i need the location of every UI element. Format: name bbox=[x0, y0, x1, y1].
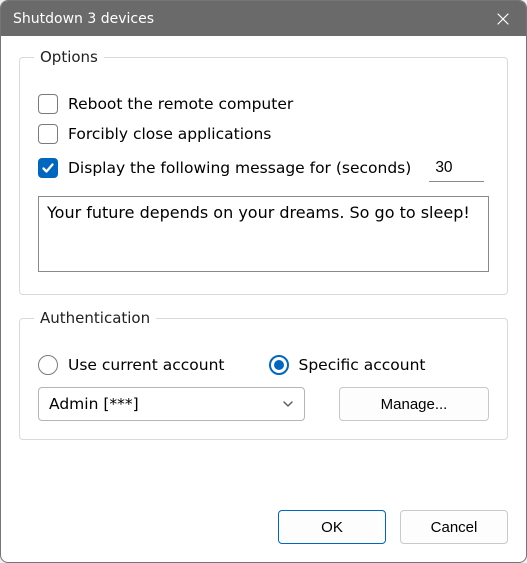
force-close-checkbox[interactable] bbox=[38, 124, 58, 144]
specific-account-label[interactable]: Specific account bbox=[299, 356, 426, 374]
dialog-window: Shutdown 3 devices Options Reboot the re… bbox=[0, 0, 527, 563]
display-message-checkbox[interactable] bbox=[38, 158, 58, 178]
account-dropdown-value: Admin [***] bbox=[49, 395, 282, 413]
display-message-row: Display the following message for (secon… bbox=[38, 154, 489, 182]
dialog-footer: OK Cancel bbox=[19, 500, 508, 544]
window-title: Shutdown 3 devices bbox=[13, 11, 154, 27]
close-icon bbox=[497, 13, 509, 25]
client-area: Options Reboot the remote computer Forci… bbox=[1, 36, 526, 562]
reboot-checkbox[interactable] bbox=[38, 94, 58, 114]
manage-button[interactable]: Manage... bbox=[339, 387, 489, 421]
reboot-row: Reboot the remote computer bbox=[38, 94, 489, 114]
close-button[interactable] bbox=[480, 1, 526, 36]
reboot-label[interactable]: Reboot the remote computer bbox=[68, 95, 293, 113]
display-message-label[interactable]: Display the following message for (secon… bbox=[68, 159, 411, 177]
ok-button[interactable]: OK bbox=[278, 510, 386, 544]
cancel-button[interactable]: Cancel bbox=[400, 510, 508, 544]
auth-controls-row: Admin [***] Manage... bbox=[38, 387, 489, 421]
options-legend: Options bbox=[34, 48, 104, 66]
use-current-account-radio[interactable] bbox=[38, 355, 58, 375]
seconds-input[interactable] bbox=[429, 154, 484, 182]
chevron-down-icon bbox=[282, 398, 294, 410]
force-close-row: Forcibly close applications bbox=[38, 124, 489, 144]
title-bar: Shutdown 3 devices bbox=[1, 1, 526, 36]
check-icon bbox=[41, 161, 55, 175]
force-close-label[interactable]: Forcibly close applications bbox=[68, 125, 271, 143]
authentication-legend: Authentication bbox=[34, 309, 156, 327]
account-dropdown[interactable]: Admin [***] bbox=[38, 387, 305, 421]
use-current-account-label[interactable]: Use current account bbox=[68, 356, 224, 374]
specific-account-radio[interactable] bbox=[269, 355, 289, 375]
authentication-group: Authentication Use current account Speci… bbox=[19, 309, 508, 440]
options-group: Options Reboot the remote computer Forci… bbox=[19, 48, 508, 295]
auth-radio-row: Use current account Specific account bbox=[38, 355, 489, 375]
message-textarea[interactable] bbox=[38, 196, 489, 272]
